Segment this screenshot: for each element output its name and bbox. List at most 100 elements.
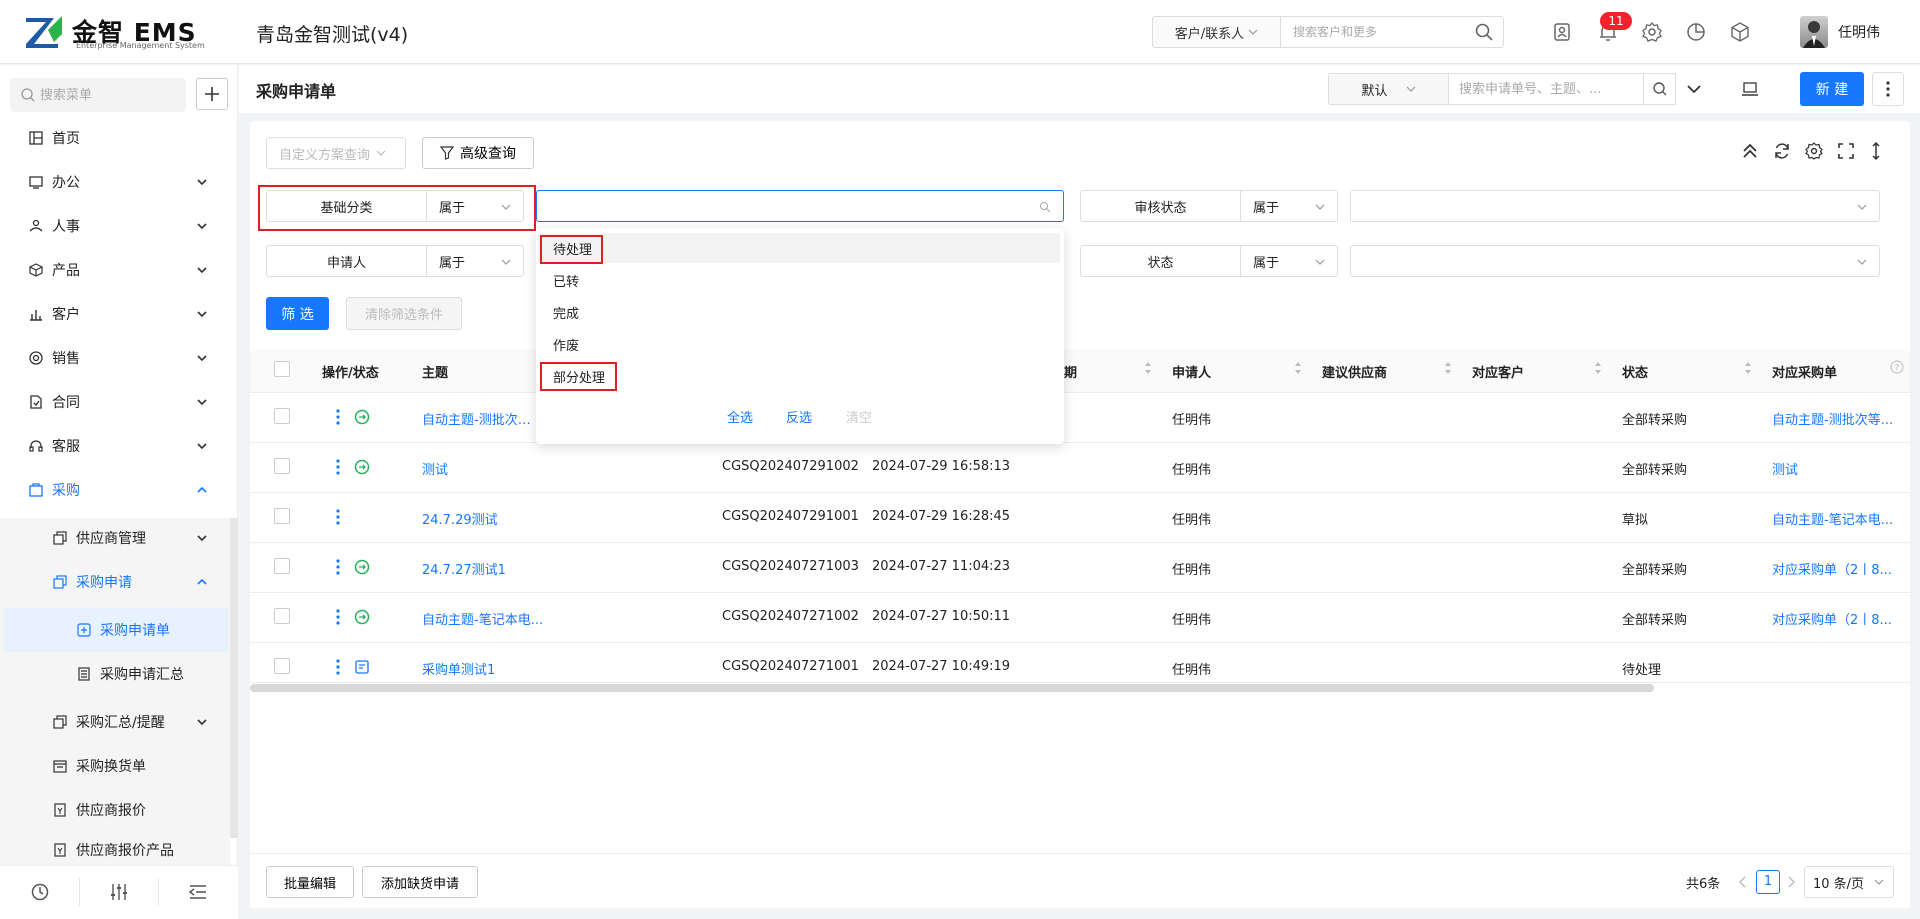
clear-filters-button[interactable]: 清除筛选条件	[346, 297, 462, 330]
add-shortage-request-button[interactable]: 添加缺货申请	[362, 866, 478, 898]
horizontal-scrollbar[interactable]	[250, 684, 1654, 692]
dropdown-option-pending[interactable]: 待处理	[538, 233, 1060, 263]
chevron-right-icon[interactable]	[1786, 876, 1796, 888]
more-vertical-icon[interactable]	[336, 609, 340, 625]
sliders-icon[interactable]	[108, 881, 130, 903]
column-header-status[interactable]: 状态	[1622, 362, 1648, 381]
row-subject-link[interactable]: 测试	[422, 459, 448, 478]
sidebar-item-purchase-request-list[interactable]: 采购申请单	[4, 608, 228, 652]
search-icon[interactable]	[1474, 22, 1494, 42]
sidebar-item-sales[interactable]: 销售	[0, 336, 238, 380]
filter-operator-select[interactable]: 属于	[1240, 190, 1338, 222]
sort-icon[interactable]	[1144, 360, 1152, 376]
invert-selection-link[interactable]: 反选	[786, 407, 812, 426]
filter-operator-select[interactable]: 属于	[426, 190, 524, 222]
row-checkbox[interactable]	[274, 508, 290, 524]
sidebar-item-customer[interactable]: 客户	[0, 292, 238, 336]
sort-icon[interactable]	[1594, 360, 1602, 376]
advanced-query-button[interactable]: 高级查询	[422, 137, 534, 169]
sidebar-item-purchase-exchange[interactable]: 采购换货单	[0, 744, 230, 788]
print-icon[interactable]	[1740, 79, 1760, 99]
fullscreen-icon[interactable]	[1836, 141, 1856, 161]
refresh-icon[interactable]	[1772, 141, 1792, 161]
select-all-link[interactable]: 全选	[727, 407, 753, 426]
global-search-input[interactable]	[1280, 16, 1504, 48]
sort-icon[interactable]	[1294, 360, 1302, 376]
sort-icon[interactable]	[1744, 360, 1752, 376]
row-subject-link[interactable]: 自动主题-测批次等...	[422, 409, 538, 428]
sidebar-item-service[interactable]: 客服	[0, 424, 238, 468]
filter-button[interactable]: 筛 选	[266, 297, 329, 330]
more-actions-button[interactable]	[1872, 72, 1904, 106]
dropdown-option-transferred[interactable]: 已转	[538, 265, 1062, 295]
row-purchase-order-link[interactable]: 对应采购单（2丨8...	[1772, 609, 1902, 628]
collapse-menu-icon[interactable]	[187, 881, 209, 903]
sidebar-item-hr[interactable]: 人事	[0, 204, 238, 248]
row-checkbox[interactable]	[274, 408, 290, 424]
row-subject-link[interactable]: 自动主题-笔记本电...	[422, 609, 543, 628]
pie-chart-icon[interactable]	[1684, 20, 1708, 44]
more-vertical-icon[interactable]	[336, 659, 340, 675]
batch-edit-button[interactable]: 批量编辑	[266, 866, 354, 898]
list-search-button[interactable]	[1644, 73, 1676, 105]
chevron-down-icon[interactable]	[1686, 81, 1702, 97]
sidebar-item-home[interactable]: 首页	[0, 116, 238, 160]
cube-icon[interactable]	[1728, 20, 1752, 44]
more-vertical-icon[interactable]	[336, 409, 340, 425]
sidebar-item-supplier-quote-product[interactable]: 供应商报价产品	[0, 832, 230, 860]
row-height-icon[interactable]	[1866, 141, 1886, 161]
sidebar-item-supplier-quote[interactable]: 供应商报价	[0, 788, 230, 832]
column-header-purchase-order[interactable]: 对应采购单	[1772, 362, 1837, 381]
row-subject-link[interactable]: 24.7.29测试	[422, 509, 498, 528]
clear-selection-link[interactable]: 清空	[846, 407, 872, 426]
row-subject-link[interactable]: 24.7.27测试1	[422, 559, 506, 578]
audit-status-value-select[interactable]	[1350, 190, 1880, 222]
row-purchase-order-link[interactable]: 自动主题-笔记本电...	[1772, 509, 1902, 528]
view-select[interactable]: 默认	[1328, 73, 1448, 105]
new-button[interactable]: 新 建	[1800, 72, 1864, 106]
row-checkbox[interactable]	[274, 658, 290, 674]
sidebar-item-purchase-request-summary[interactable]: 采购申请汇总	[0, 652, 230, 696]
page-size-select[interactable]: 10 条/页	[1804, 866, 1894, 898]
sidebar-item-product[interactable]: 产品	[0, 248, 238, 292]
help-icon[interactable]: ?	[1890, 360, 1904, 374]
filter-operator-select[interactable]: 属于	[426, 245, 524, 277]
row-purchase-order-link[interactable]: 自动主题-测批次等...	[1772, 409, 1902, 428]
dropdown-option-void[interactable]: 作废	[538, 329, 1062, 359]
sidebar-item-purchase-summary-reminder[interactable]: 采购汇总/提醒	[0, 700, 230, 744]
status-value-select[interactable]	[1350, 245, 1880, 277]
search-scope-select[interactable]: 客户/联系人	[1152, 16, 1280, 48]
sidebar-scrollbar[interactable]	[230, 518, 238, 838]
table-row[interactable]	[250, 493, 1910, 543]
sidebar-item-contract[interactable]: 合同	[0, 380, 238, 424]
column-header-date[interactable]: 期	[1064, 362, 1077, 381]
row-purchase-order-link[interactable]: 对应采购单（2丨8...	[1772, 559, 1902, 578]
base-category-value-select[interactable]	[536, 190, 1064, 222]
more-vertical-icon[interactable]	[336, 509, 340, 525]
more-vertical-icon[interactable]	[336, 559, 340, 575]
sidebar-item-purchase-request[interactable]: 采购申请	[0, 560, 230, 604]
dropdown-option-completed[interactable]: 完成	[538, 297, 1062, 327]
gear-icon[interactable]	[1640, 20, 1664, 44]
sidebar-item-supplier-management[interactable]: 供应商管理	[0, 516, 230, 560]
add-menu-button[interactable]	[196, 78, 228, 110]
history-icon[interactable]	[29, 881, 51, 903]
sort-icon[interactable]	[1444, 360, 1452, 376]
select-all-checkbox[interactable]	[274, 361, 290, 377]
column-header-supplier[interactable]: 建议供应商	[1322, 362, 1387, 381]
row-purchase-order-link[interactable]: 测试	[1772, 459, 1902, 478]
dropdown-option-partial[interactable]: 部分处理	[538, 361, 1062, 391]
avatar[interactable]	[1800, 16, 1828, 48]
column-header-customer[interactable]: 对应客户	[1472, 362, 1524, 381]
row-checkbox[interactable]	[274, 558, 290, 574]
sidebar-item-office[interactable]: 办公	[0, 160, 238, 204]
filter-operator-select[interactable]: 属于	[1240, 245, 1338, 277]
contacts-icon[interactable]	[1550, 20, 1574, 44]
column-header-applicant[interactable]: 申请人	[1172, 362, 1211, 381]
settings-icon[interactable]	[1804, 141, 1824, 161]
pagination-current-page[interactable]: 1	[1756, 870, 1780, 894]
row-checkbox[interactable]	[274, 458, 290, 474]
custom-scheme-select[interactable]: 自定义方案查询	[266, 137, 406, 169]
row-checkbox[interactable]	[274, 608, 290, 624]
sidebar-item-purchase[interactable]: 采购	[0, 468, 238, 512]
